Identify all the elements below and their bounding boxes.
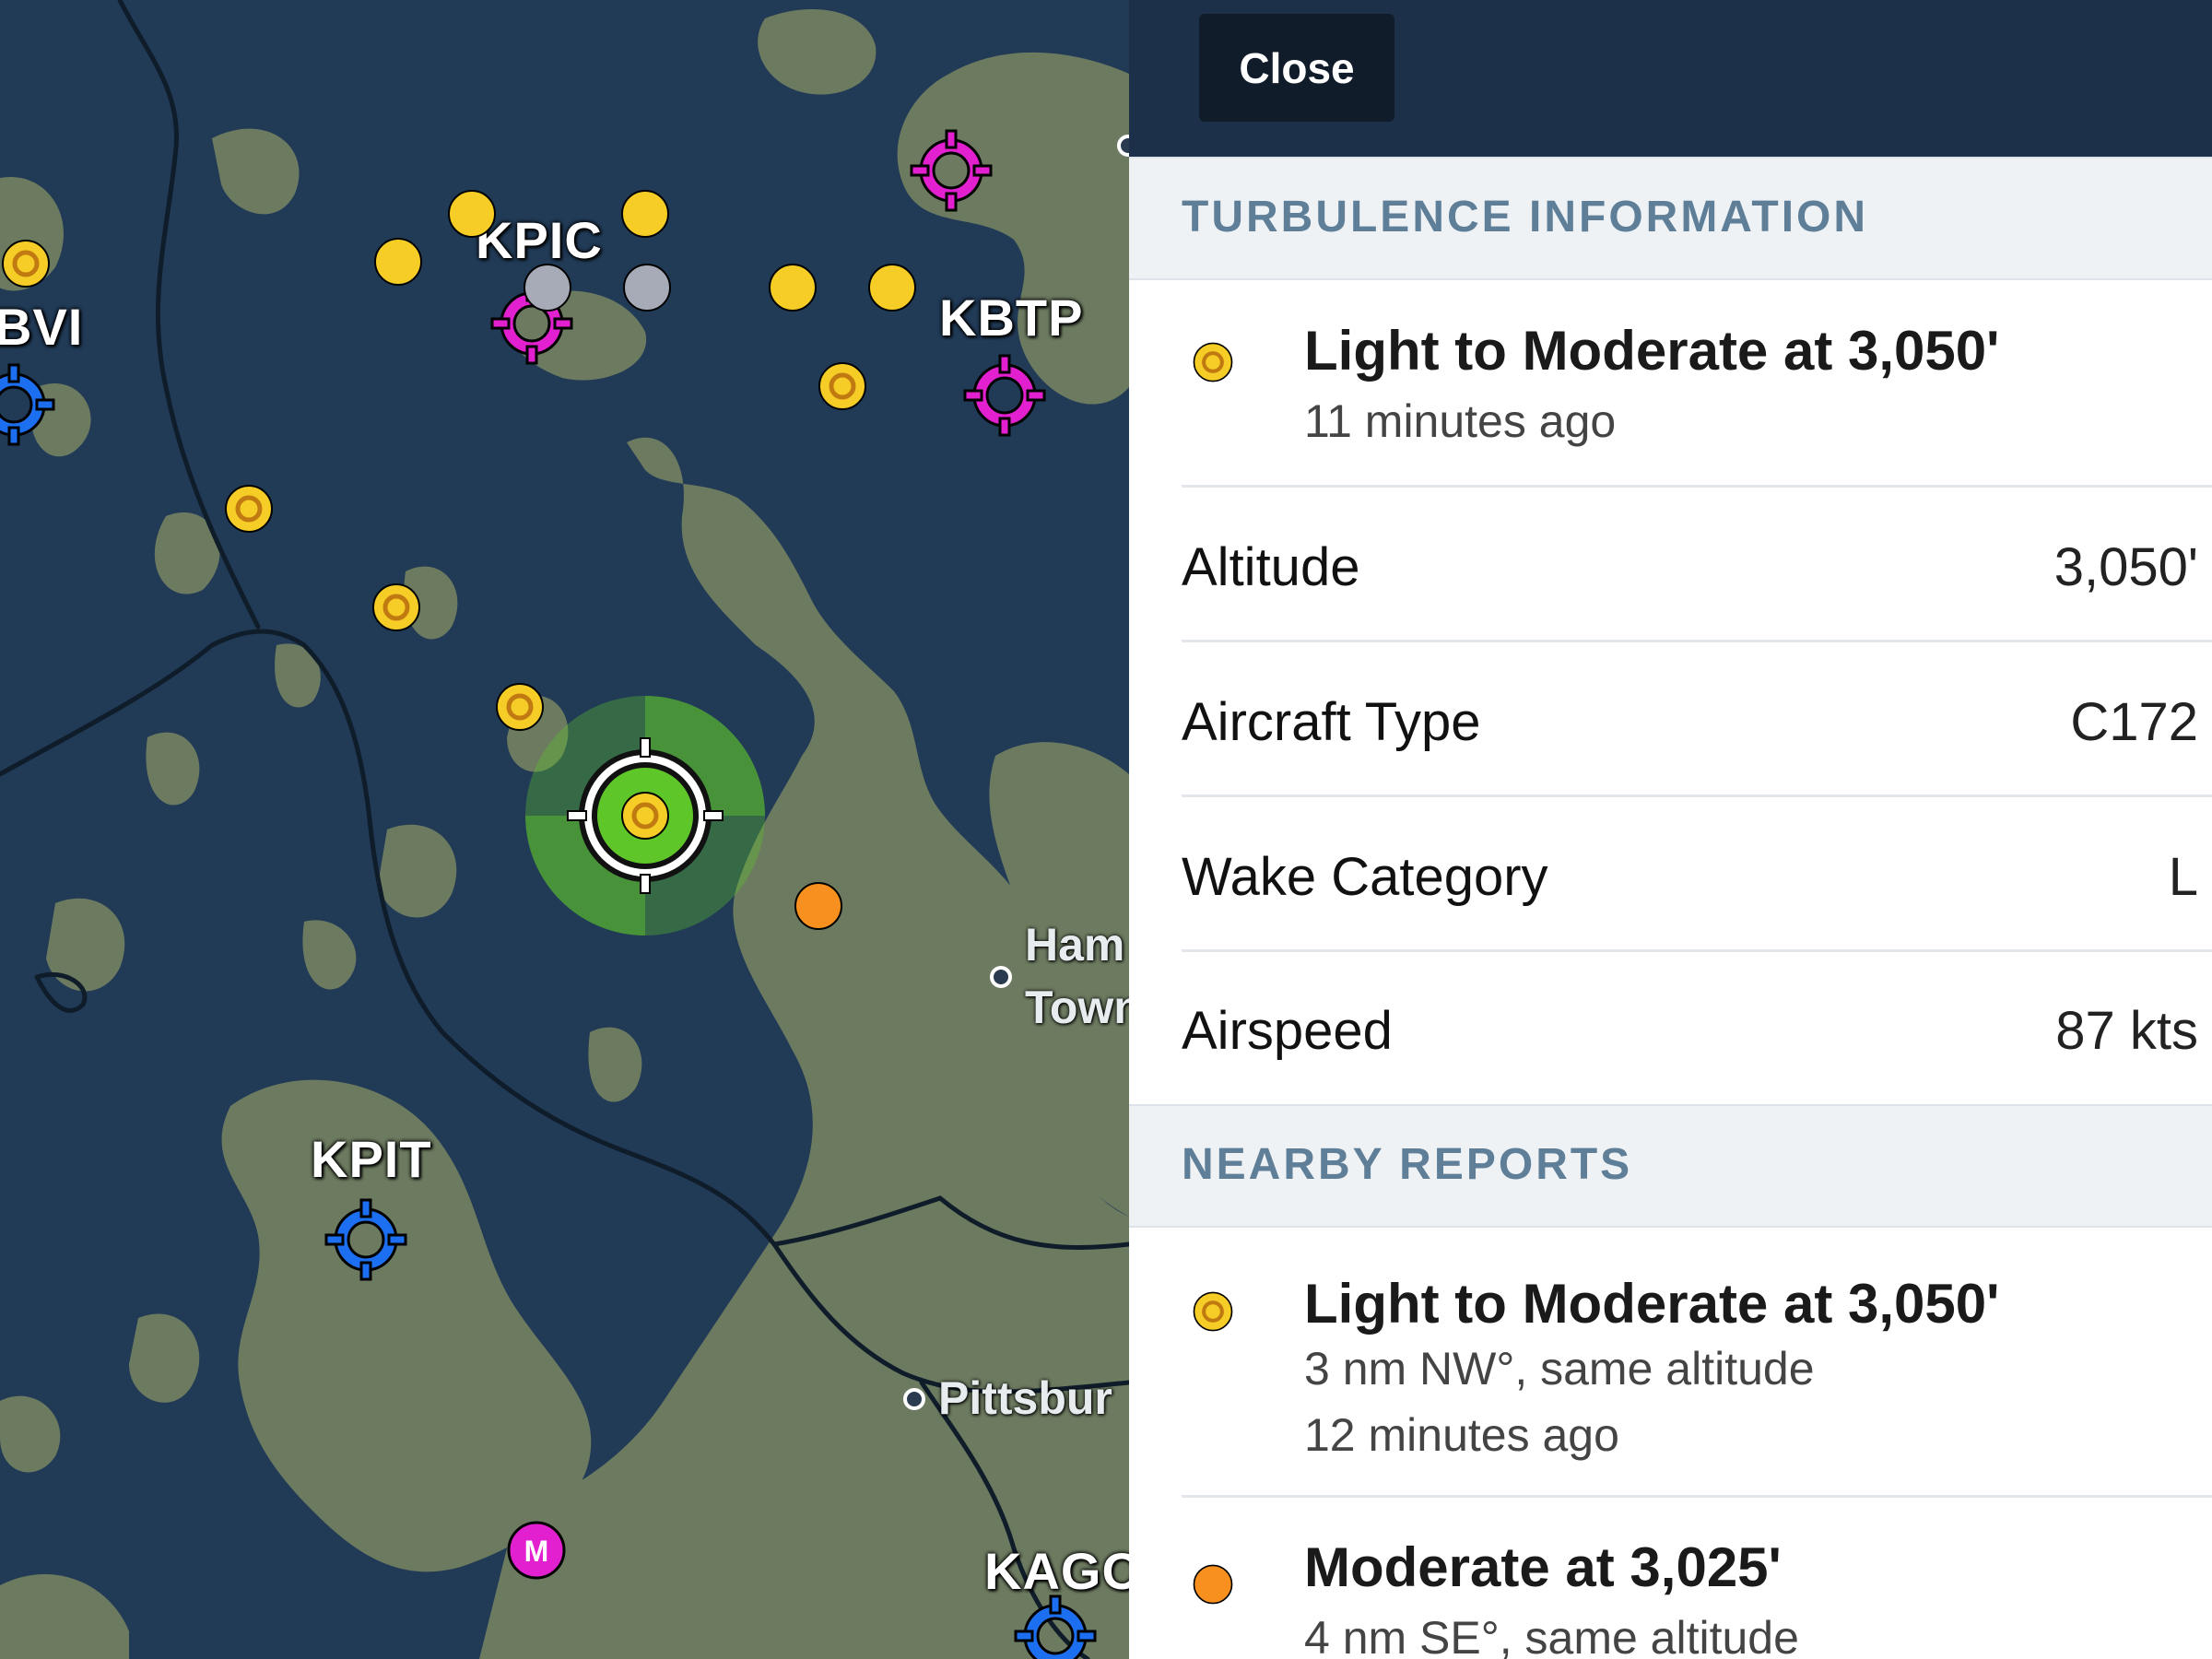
detail-label-altitude: Altitude xyxy=(1182,537,1360,597)
airport-label-bvi[interactable]: BVI xyxy=(0,297,83,357)
military-airfield-icon[interactable]: M xyxy=(505,1519,568,1582)
divider xyxy=(1182,794,2212,797)
nearby-report-item[interactable]: Light to Moderate at 3,050' 3 nm NW°, sa… xyxy=(1129,1226,2212,1493)
moderate-severity-icon xyxy=(1193,1564,1233,1605)
military-badge-letter: M xyxy=(524,1535,549,1568)
detail-label-airspeed: Airspeed xyxy=(1182,1001,1393,1061)
airport-label-kago[interactable]: KAGO xyxy=(984,1541,1129,1601)
pirep-dot-grey[interactable] xyxy=(522,262,573,313)
selected-report-title: Light to Moderate at 3,050' xyxy=(1304,320,2000,382)
light-moderate-severity-icon xyxy=(1193,1291,1233,1332)
pirep-dot-yellow[interactable] xyxy=(446,188,498,240)
detail-value-wake-category: L xyxy=(2168,847,2198,907)
panel-header: Close xyxy=(1129,0,2212,157)
pirep-light-moderate-icon[interactable] xyxy=(0,238,52,289)
section-header-turbulence: TURBULENCE INFORMATION xyxy=(1129,157,2212,280)
city-dot-pittsburgh xyxy=(903,1388,925,1410)
divider xyxy=(1182,949,2212,952)
city-label-hampton: Ham xyxy=(1025,919,1125,971)
nearby-report-item[interactable]: Moderate at 3,025' 4 nm SE°, same altitu… xyxy=(1129,1499,2212,1659)
city-label-pittsburgh: Pittsbur xyxy=(938,1372,1112,1424)
nearby-report-distance: 4 nm SE°, same altitude xyxy=(1304,1612,1799,1659)
divider xyxy=(1182,640,2212,642)
nearby-report-distance: 3 nm NW°, same altitude xyxy=(1304,1343,1815,1394)
nearby-report-title: Moderate at 3,025' xyxy=(1304,1536,1782,1598)
pirep-dot-grey[interactable] xyxy=(621,262,673,313)
detail-value-altitude: 3,050' xyxy=(2053,537,2198,597)
pirep-dot-yellow[interactable] xyxy=(372,236,424,288)
detail-label-wake-category: Wake Category xyxy=(1182,847,1548,907)
selected-report-age: 11 minutes ago xyxy=(1304,395,1617,447)
airport-icon-kpit[interactable] xyxy=(324,1198,407,1281)
detail-value-aircraft-type: C172 xyxy=(2070,692,2198,752)
divider xyxy=(1182,485,2212,488)
pirep-light-moderate-icon[interactable] xyxy=(371,582,422,633)
airport-label-kbtp[interactable]: KBTP xyxy=(939,288,1083,347)
selected-pirep-marker[interactable] xyxy=(507,677,783,954)
airport-icon-kbtp[interactable] xyxy=(963,354,1046,437)
map-view[interactable]: KPIC KBTP KPIT KAGO BVI Ham Town Pittsbu… xyxy=(0,0,1129,1659)
city-dot-hampton xyxy=(990,966,1012,988)
nearby-report-age: 12 minutes ago xyxy=(1304,1409,1619,1461)
close-button[interactable]: Close xyxy=(1199,14,1394,122)
airport-label-kpit[interactable]: KPIT xyxy=(311,1129,432,1189)
pirep-dot-yellow[interactable] xyxy=(767,262,818,313)
section-title-turbulence: TURBULENCE INFORMATION xyxy=(1182,193,1869,241)
city-dot-offscreen xyxy=(1117,135,1129,157)
light-moderate-severity-icon xyxy=(1193,342,1233,382)
section-title-nearby: NEARBY REPORTS xyxy=(1182,1140,1633,1189)
pirep-dot-yellow[interactable] xyxy=(866,262,918,313)
nearby-report-title: Light to Moderate at 3,050' xyxy=(1304,1273,2000,1335)
airport-icon-kago[interactable] xyxy=(1014,1594,1097,1659)
detail-value-airspeed: 87 kts xyxy=(2055,1001,2198,1061)
pirep-light-moderate-icon[interactable] xyxy=(817,360,868,412)
pirep-detail-panel: Close TURBULENCE INFORMATION Light to Mo… xyxy=(1129,0,2212,1659)
section-header-nearby: NEARBY REPORTS xyxy=(1129,1104,2212,1228)
pirep-moderate-icon[interactable] xyxy=(793,880,844,932)
city-label-hampton-line2: Town xyxy=(1025,982,1129,1033)
divider xyxy=(1182,1495,2212,1498)
airport-icon-magenta-north[interactable] xyxy=(910,129,993,212)
pirep-light-moderate-icon[interactable] xyxy=(223,483,275,535)
selected-report: Light to Moderate at 3,050' 11 minutes a… xyxy=(1129,276,2212,488)
detail-label-aircraft-type: Aircraft Type xyxy=(1182,692,1481,752)
pirep-dot-yellow[interactable] xyxy=(619,188,671,240)
airport-icon-bvi[interactable] xyxy=(0,363,55,446)
